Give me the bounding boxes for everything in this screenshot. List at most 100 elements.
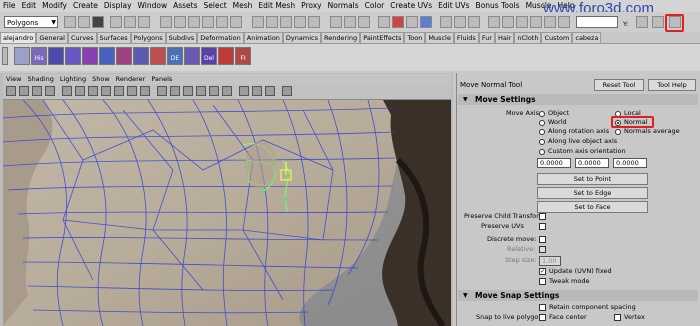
menu-create-uvs[interactable]: Create UVs	[387, 0, 435, 12]
bookmark-icon[interactable]	[19, 86, 29, 96]
shelf-mesh-icon-4[interactable]	[99, 47, 115, 65]
misc-mask-icon[interactable]	[230, 16, 242, 28]
relative-icon[interactable]	[516, 16, 528, 28]
shelf-tab-alejandro[interactable]: alejandro	[0, 32, 37, 43]
camera-attributes-icon[interactable]	[6, 86, 16, 96]
set-to-point-button[interactable]: Set to Point	[537, 173, 648, 185]
shelf-delete-icon[interactable]: Del	[201, 47, 217, 65]
xray-view-icon[interactable]	[252, 86, 262, 96]
smooth-shade-icon[interactable]	[170, 86, 180, 96]
shelf-tab-rendering[interactable]: Rendering	[320, 32, 361, 43]
viewport-menu-renderer[interactable]: Renderer	[113, 74, 149, 84]
menu-assets[interactable]: Assets	[170, 0, 200, 12]
shelf-fill-icon[interactable]: FI	[235, 47, 251, 65]
two-d-pan-icon[interactable]	[45, 86, 55, 96]
input-field-icon[interactable]	[558, 16, 570, 28]
menu-mesh[interactable]: Mesh	[230, 0, 256, 12]
radio-along-rotation-axis[interactable]	[539, 129, 545, 135]
menu-create[interactable]: Create	[70, 0, 101, 12]
shelf-tab-surfaces[interactable]: Surfaces	[96, 32, 131, 43]
absolute-icon[interactable]	[502, 16, 514, 28]
face-center-checkbox[interactable]	[539, 314, 546, 321]
perspective-viewport[interactable]	[3, 100, 451, 326]
render-icon[interactable]	[392, 16, 404, 28]
menu-color[interactable]: Color	[362, 0, 388, 12]
outputs-icon[interactable]	[358, 16, 370, 28]
snap-plane-icon[interactable]	[294, 16, 306, 28]
open-scene-icon[interactable]	[78, 16, 90, 28]
lights-icon[interactable]	[209, 86, 219, 96]
safe-action-icon[interactable]	[127, 86, 137, 96]
select-hierarchy-icon[interactable]	[110, 16, 122, 28]
step-size-field[interactable]: 1.00	[539, 256, 561, 266]
tool-help-button[interactable]: Tool Help	[648, 79, 696, 91]
menu-display[interactable]: Display	[101, 0, 135, 12]
reset-tool-button[interactable]: Reset Tool	[594, 79, 644, 91]
select-icon[interactable]	[544, 16, 556, 28]
shelf-tab-general[interactable]: General	[36, 32, 68, 43]
pick-mask-icon[interactable]	[160, 16, 172, 28]
snap-point-icon[interactable]	[280, 16, 292, 28]
edge-mask-icon[interactable]	[188, 16, 200, 28]
radio-normals-average[interactable]	[615, 129, 621, 135]
menu-edit[interactable]: Edit	[19, 0, 40, 12]
shelf-tab-fur[interactable]: Fur	[478, 32, 495, 43]
shelf-mesh-icon-3[interactable]	[82, 47, 98, 65]
shelf-tab-custom[interactable]: Custom	[541, 32, 573, 43]
safe-title-icon[interactable]	[140, 86, 150, 96]
viewport-menu-lighting[interactable]: Lighting	[57, 74, 89, 84]
menu-edit-uvs[interactable]: Edit UVs	[435, 0, 472, 12]
retain-spacing-checkbox[interactable]	[539, 304, 546, 311]
update-uvn-checkbox[interactable]: ✓	[539, 268, 546, 275]
magnet-icon[interactable]	[440, 16, 452, 28]
set-to-edge-button[interactable]: Set to Edge	[537, 187, 648, 199]
preserve-child-transform-checkbox[interactable]	[539, 213, 546, 220]
shelf-mesh-icon-7[interactable]	[150, 47, 166, 65]
shelf-mesh-icon-9[interactable]	[218, 47, 234, 65]
viewport-menu-view[interactable]: View	[3, 74, 24, 84]
shelf-mesh-icon-8[interactable]	[184, 47, 200, 65]
radio-along-live-object-axis[interactable]	[539, 139, 545, 145]
custom-axis-z-field[interactable]: 0.0000	[613, 158, 647, 168]
relative-checkbox[interactable]	[539, 246, 546, 253]
preserve-uvs-checkbox[interactable]	[539, 223, 546, 230]
shelf-history-icon[interactable]: His	[31, 47, 47, 65]
rename-icon[interactable]	[530, 16, 542, 28]
viewport-menu-panels[interactable]: Panels	[148, 74, 175, 84]
grid-icon[interactable]	[62, 86, 72, 96]
viewport-menu-show[interactable]: Show	[89, 74, 113, 84]
custom-axis-x-field[interactable]: 0.0000	[537, 158, 571, 168]
radio-object[interactable]	[539, 111, 545, 117]
inputs-icon[interactable]	[344, 16, 356, 28]
menu-file[interactable]: File	[0, 0, 19, 12]
shelf-tab-polygons[interactable]: Polygons	[130, 32, 166, 43]
menu-normals[interactable]: Normals	[325, 0, 362, 12]
shelf-tab-subdivs[interactable]: Subdivs	[165, 32, 198, 43]
select-component-icon[interactable]	[138, 16, 150, 28]
menu-proxy[interactable]: Proxy	[298, 0, 325, 12]
face-mask-icon[interactable]	[202, 16, 214, 28]
radio-custom-axis-orientation[interactable]	[539, 149, 545, 155]
channel-box-icon[interactable]	[652, 16, 664, 28]
high-quality-icon[interactable]	[282, 86, 292, 96]
shelf-tab-hair[interactable]: Hair	[495, 32, 515, 43]
shelf-delete-edge-icon[interactable]: DE	[167, 47, 183, 65]
shelf-tab-curves[interactable]: Curves	[67, 32, 97, 43]
history-icon[interactable]	[330, 16, 342, 28]
live-surface-icon[interactable]	[308, 16, 320, 28]
shelf-tab-cabeza[interactable]: cabeza	[572, 32, 602, 43]
save-scene-icon[interactable]	[92, 16, 104, 28]
viewport-menu-shading[interactable]: Shading	[24, 74, 56, 84]
vertex-checkbox[interactable]	[614, 314, 621, 321]
field-chart-icon[interactable]	[114, 86, 124, 96]
new-scene-icon[interactable]	[64, 16, 76, 28]
shelf-tab-deformation[interactable]: Deformation	[197, 32, 244, 43]
shelf-tab-painteffects[interactable]: PaintEffects	[360, 32, 405, 43]
select-object-icon[interactable]	[124, 16, 136, 28]
tweak-mode-checkbox[interactable]	[539, 278, 546, 285]
shelf-tab-ncloth[interactable]: nCloth	[514, 32, 542, 43]
discrete-move-checkbox[interactable]	[539, 236, 546, 243]
textured-icon[interactable]	[196, 86, 206, 96]
shelf-mesh-icon-5[interactable]	[116, 47, 132, 65]
resolution-gate-icon[interactable]	[88, 86, 98, 96]
